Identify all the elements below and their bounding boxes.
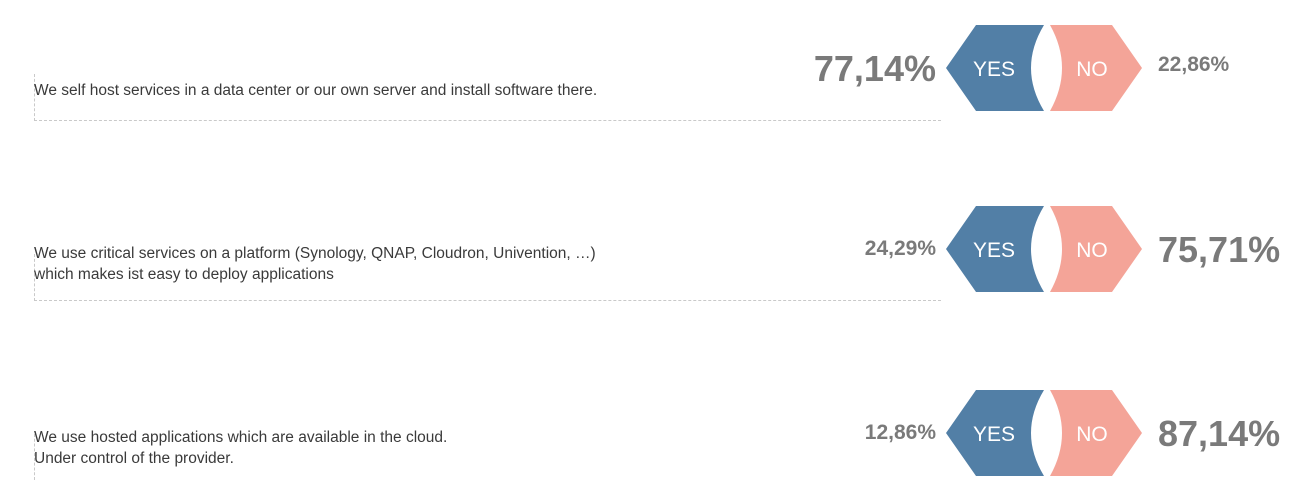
yes-label: YES xyxy=(973,423,1015,446)
question-line: We use hosted applications which are ava… xyxy=(34,429,448,446)
yes-no-badge: YES NO xyxy=(946,206,1142,297)
no-label: NO xyxy=(1076,58,1108,81)
question-line: which makes ist easy to deploy applicati… xyxy=(34,266,334,283)
yes-no-badge: YES NO xyxy=(946,25,1142,116)
no-percent: 22,86% xyxy=(1158,53,1230,76)
question-line: We use critical services on a platform (… xyxy=(34,245,596,262)
no-percent: 87,14% xyxy=(1158,413,1281,454)
question-line: Under control of the provider. xyxy=(34,450,234,467)
question-text: We use critical services on a platform (… xyxy=(34,243,596,285)
yes-label: YES xyxy=(973,239,1015,262)
no-label: NO xyxy=(1076,239,1108,262)
yes-no-badge: YES NO xyxy=(946,390,1142,481)
no-percent: 75,71% xyxy=(1158,229,1281,270)
question-line: We self host services in a data center o… xyxy=(34,82,598,99)
yes-percent: 77,14% xyxy=(813,48,936,89)
yes-percent: 24,29% xyxy=(864,237,936,260)
question-text: We self host services in a data center o… xyxy=(34,80,597,101)
yes-label: YES xyxy=(973,58,1015,81)
question-text: We use hosted applications which are ava… xyxy=(34,427,447,469)
no-label: NO xyxy=(1076,423,1108,446)
yes-percent: 12,86% xyxy=(864,421,936,444)
